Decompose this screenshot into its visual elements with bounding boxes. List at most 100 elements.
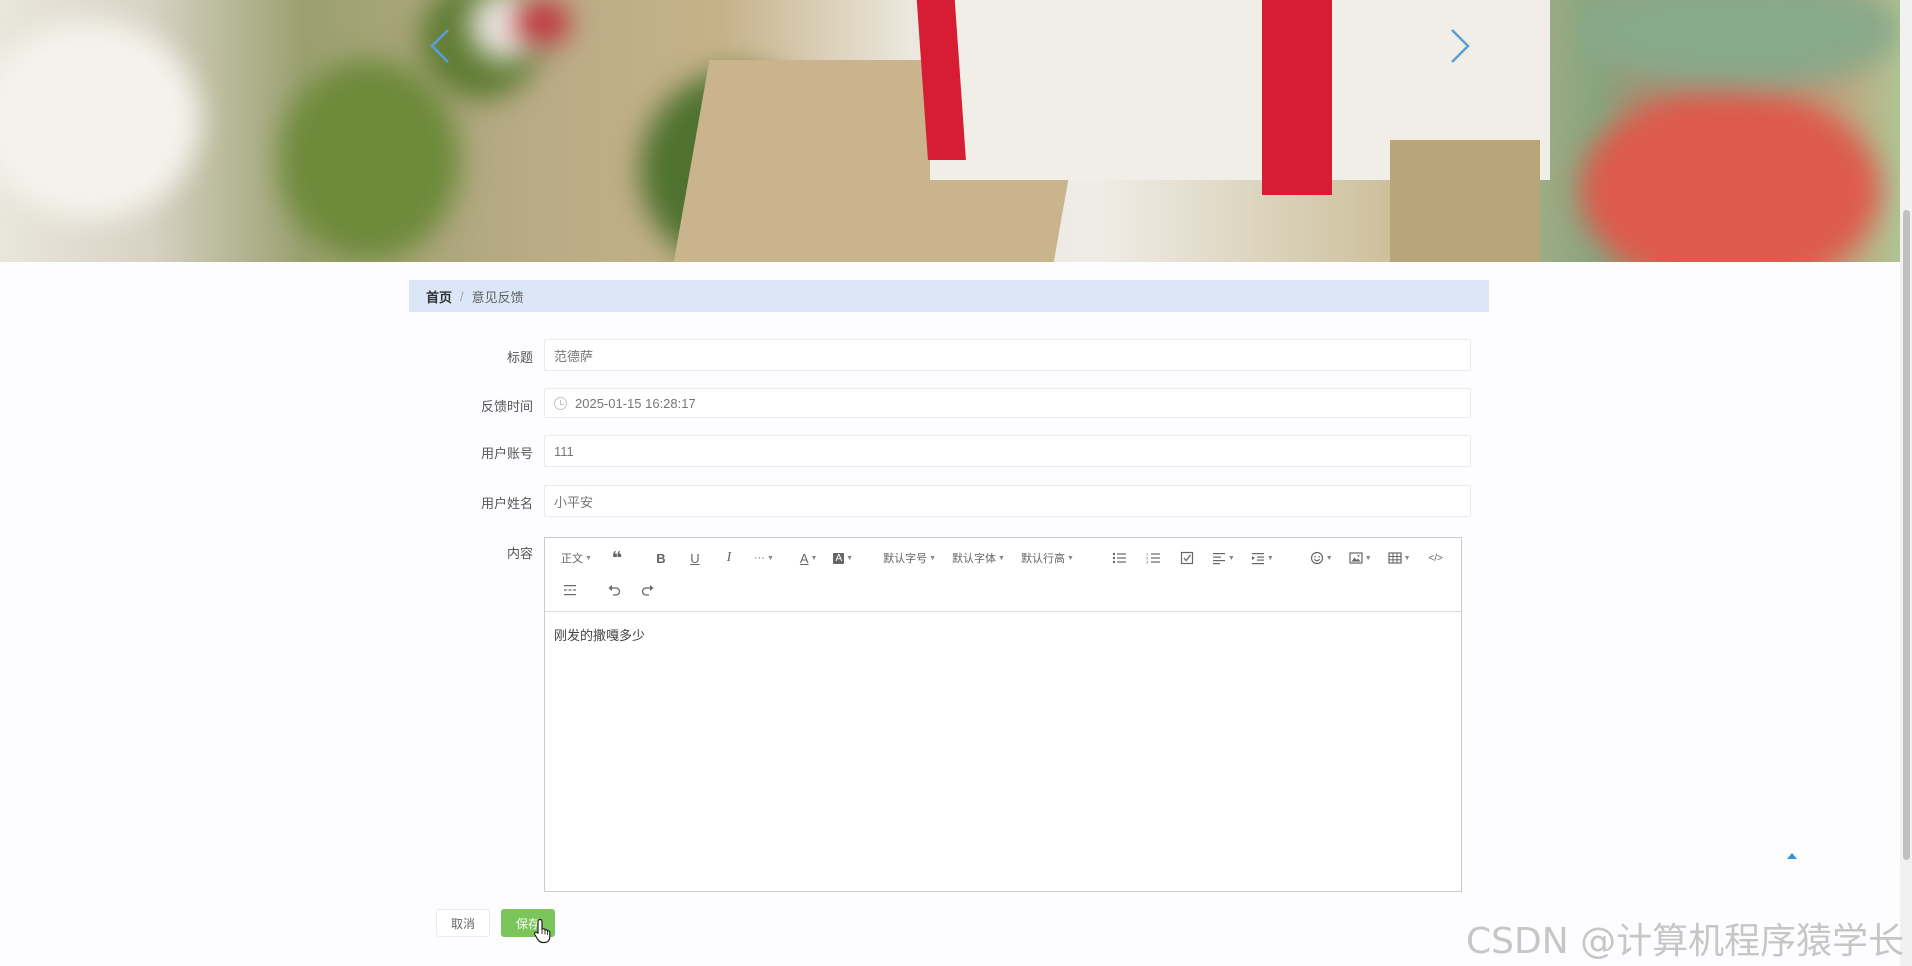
caret-down-icon: ▼ — [585, 554, 592, 562]
watermark-text: CSDN @计算机程序猿学长 — [1466, 921, 1905, 962]
banner-bg-blob — [0, 20, 200, 220]
caret-down-icon: ▼ — [1066, 554, 1074, 562]
caret-down-icon: ▼ — [846, 554, 854, 562]
numbered-list-icon: 123 — [1146, 552, 1160, 565]
carousel-prev-button[interactable] — [422, 26, 462, 66]
emoji-dropdown[interactable]: ▼ — [1302, 542, 1341, 574]
title-value: 范德萨 — [554, 348, 594, 364]
banner-carousel — [0, 0, 1900, 262]
bold-button[interactable]: B — [644, 542, 678, 574]
carousel-next-button[interactable] — [1438, 26, 1478, 66]
font-color-icon: A — [799, 550, 809, 566]
banner-berry — [515, 0, 570, 45]
indent-icon — [1251, 553, 1264, 565]
code-button[interactable]: </> — [1419, 542, 1453, 574]
checkbox-icon — [1180, 551, 1194, 565]
page-scrollbar[interactable] — [1900, 0, 1912, 966]
svg-text:3: 3 — [1146, 560, 1149, 565]
underline-icon: U — [690, 550, 700, 566]
name-label: 用户姓名 — [480, 496, 533, 511]
more-format-dropdown[interactable]: ··· ▼ — [746, 542, 782, 574]
undo-icon — [608, 585, 621, 596]
caret-down-icon: ▼ — [1364, 554, 1372, 562]
editor-toolbar: 正文 ▼ ❝ B U I ··· ▼ A ▼ A ▼ 默认字号 ▼ 默认字体 ▼ 默认行高 ▼… — [545, 538, 1461, 612]
divider-icon — [564, 585, 576, 596]
caret-down-icon: ▼ — [1325, 554, 1333, 562]
table-icon — [1388, 552, 1402, 564]
content-label: 内容 — [506, 546, 533, 561]
breadcrumb-home-link[interactable]: 首页 — [426, 287, 452, 306]
font-family-dropdown[interactable]: 默认字体 ▼ — [944, 542, 1013, 574]
name-input[interactable]: 小平安 — [544, 485, 1471, 517]
cancel-button[interactable]: 取消 — [436, 909, 490, 937]
indent-dropdown[interactable]: ▼ — [1243, 542, 1282, 574]
redo-icon — [641, 585, 654, 596]
divider-button[interactable] — [553, 574, 587, 606]
banner-blob — [1580, 90, 1880, 262]
banner-leaf — [280, 60, 460, 260]
font-family-label: 默认字体 — [952, 553, 997, 565]
back-to-top-icon[interactable] — [1784, 849, 1800, 863]
banner-blob — [1580, 0, 1900, 90]
breadcrumb-current: 意见反馈 — [471, 289, 524, 305]
italic-button[interactable]: I — [712, 542, 746, 574]
time-value: 2025-01-15 16:28:17 — [575, 395, 696, 411]
time-input[interactable]: 2025-01-15 16:28:17 — [544, 388, 1471, 418]
editor-content-text: 刚发的撒嘎多少 — [554, 628, 646, 643]
bg-color-icon: A — [833, 552, 845, 564]
breadcrumb: 首页 / 意见反馈 — [409, 280, 1489, 312]
code-icon: </> — [1428, 552, 1443, 564]
redo-button[interactable] — [631, 574, 665, 606]
account-value: 111 — [554, 443, 574, 459]
numbered-list-button[interactable]: 123 — [1136, 542, 1170, 574]
hand-cursor-icon — [533, 918, 551, 944]
name-value: 小平安 — [554, 494, 594, 510]
heading-label: 正文 — [561, 553, 583, 565]
font-color-dropdown[interactable]: A ▼ — [792, 542, 826, 574]
table-dropdown[interactable]: ▼ — [1380, 542, 1419, 574]
caret-down-icon: ▼ — [766, 554, 774, 562]
caret-down-icon: ▼ — [1227, 554, 1235, 562]
align-left-icon — [1212, 553, 1225, 565]
image-icon — [1349, 552, 1363, 564]
title-label: 标题 — [506, 350, 533, 365]
bullet-list-icon — [1112, 552, 1126, 564]
quote-icon: ❝ — [611, 547, 623, 568]
align-dropdown[interactable]: ▼ — [1204, 542, 1243, 574]
underline-button[interactable]: U — [678, 542, 712, 574]
title-input[interactable]: 范德萨 — [544, 339, 1471, 371]
account-input[interactable]: 111 — [544, 435, 1471, 467]
clock-icon — [554, 396, 567, 410]
rich-text-editor: 正文 ▼ ❝ B U I ··· ▼ A ▼ A ▼ 默认字号 ▼ 默认字体 ▼ 默认行高 ▼… — [544, 537, 1462, 892]
bold-icon: B — [656, 550, 666, 566]
caret-down-icon: ▼ — [929, 554, 937, 562]
line-height-dropdown[interactable]: 默认行高 ▼ — [1013, 542, 1082, 574]
time-label: 反馈时间 — [480, 399, 533, 414]
undo-button[interactable] — [597, 574, 631, 606]
italic-icon: I — [726, 550, 732, 565]
emoji-icon — [1310, 551, 1323, 565]
more-icon: ··· — [753, 552, 765, 564]
line-height-label: 默认行高 — [1020, 553, 1065, 565]
image-dropdown[interactable]: ▼ — [1341, 542, 1380, 574]
font-size-label: 默认字号 — [883, 553, 928, 565]
caret-down-icon: ▼ — [810, 554, 818, 562]
banner-ribbon — [1262, 0, 1332, 195]
scrollbar-thumb[interactable] — [1903, 210, 1910, 860]
bullet-list-button[interactable] — [1102, 542, 1136, 574]
todo-button[interactable] — [1170, 542, 1204, 574]
breadcrumb-separator: / — [460, 288, 464, 304]
font-size-dropdown[interactable]: 默认字号 ▼ — [875, 542, 944, 574]
heading-dropdown[interactable]: 正文 ▼ — [553, 542, 600, 574]
chevron-right-icon — [1451, 29, 1470, 63]
caret-down-icon: ▼ — [1403, 554, 1411, 562]
editor-content-area[interactable]: 刚发的撒嘎多少 — [545, 612, 1461, 891]
bg-color-dropdown[interactable]: A ▼ — [825, 542, 861, 574]
banner-gift-box — [1390, 140, 1540, 262]
quote-button[interactable]: ❝ — [600, 542, 634, 574]
